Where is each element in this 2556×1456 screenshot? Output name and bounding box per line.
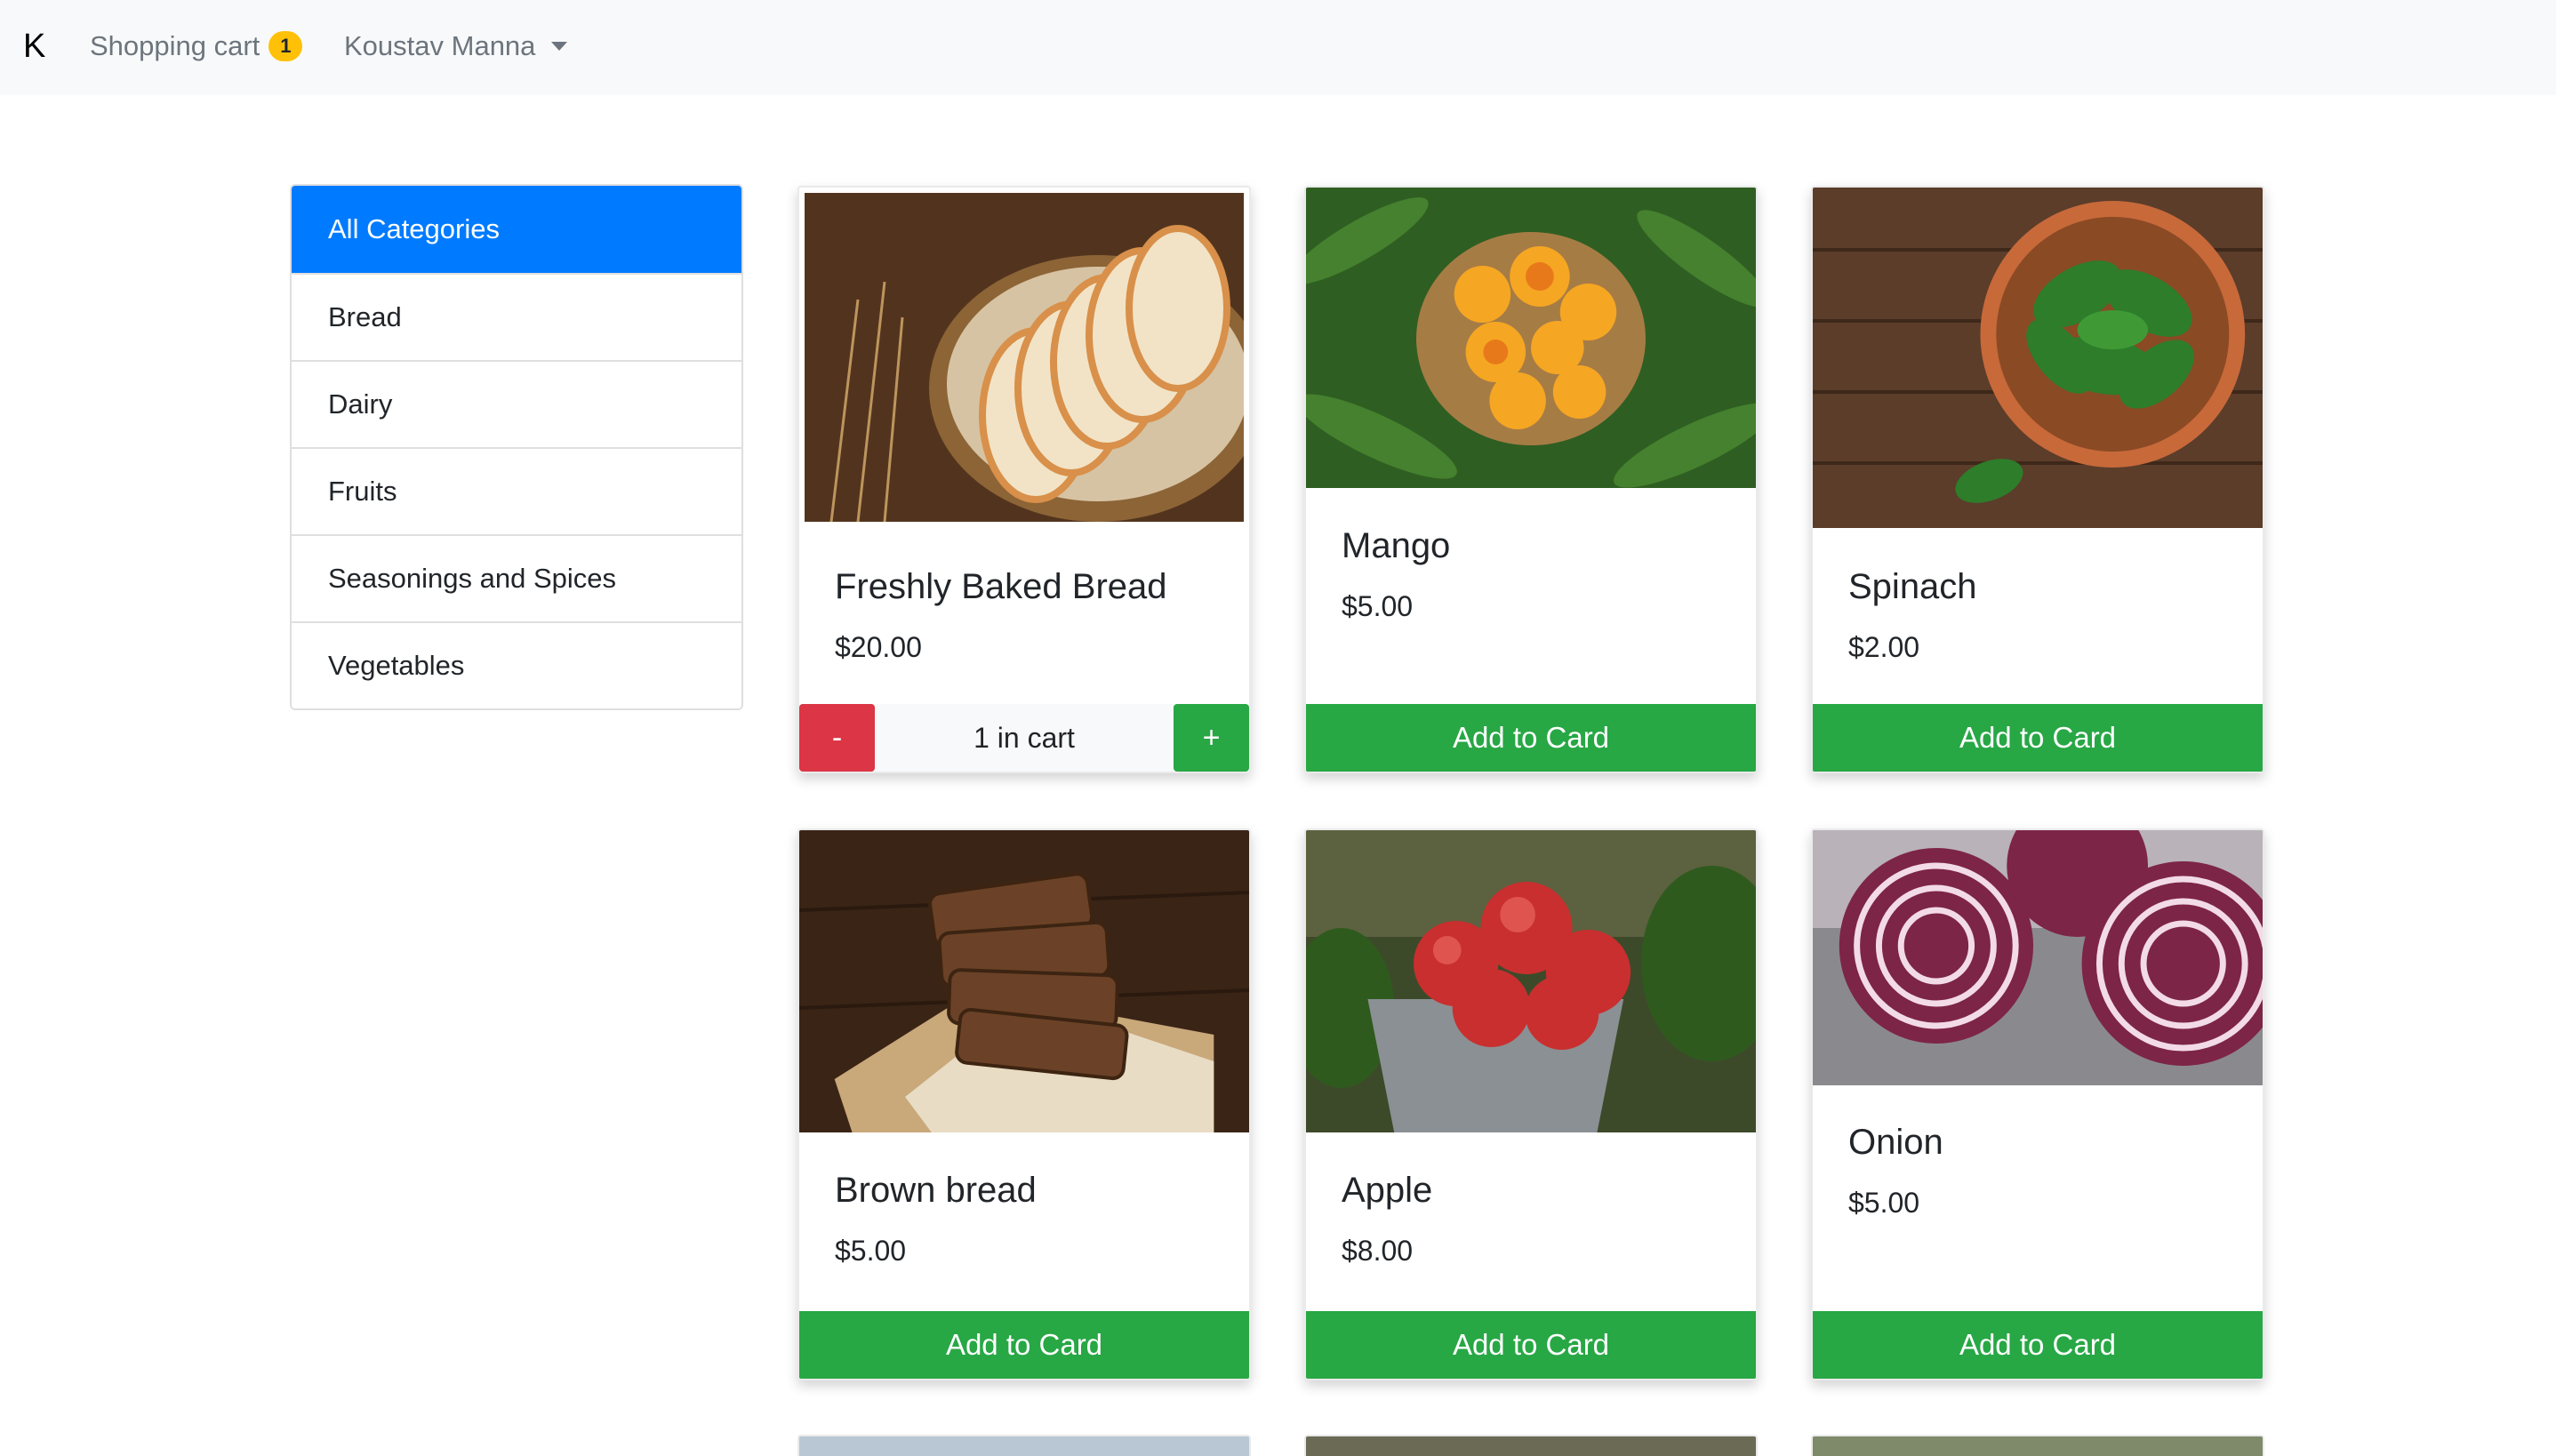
product-card-partial: [1811, 1435, 2264, 1456]
brown-bread-photo: [799, 830, 1249, 1132]
product-card: Spinach $2.00 Add to Card: [1811, 186, 2264, 773]
shopping-cart-link[interactable]: Shopping cart 1: [90, 30, 303, 62]
product-card-partial: [797, 1435, 1251, 1456]
cart-quantity-text: 1 in cart: [875, 704, 1174, 772]
product-card: Apple $8.00 Add to Card: [1304, 828, 1758, 1380]
product-name: Apple: [1342, 1171, 1433, 1210]
product-name: Spinach: [1848, 567, 1977, 606]
add-to-cart-button[interactable]: Add to Card: [1813, 1311, 2263, 1379]
category-item-seasonings[interactable]: Seasonings and Spices: [292, 534, 741, 621]
product-name: Onion: [1848, 1123, 1943, 1162]
product-price: $5.00: [1848, 1187, 1920, 1219]
product-card: Onion $5.00 Add to Card: [1811, 828, 2264, 1380]
cart-quantity-control: - 1 in cart +: [799, 704, 1249, 772]
add-to-cart-button[interactable]: Add to Card: [799, 1311, 1249, 1379]
product-card: Freshly Baked Bread $20.00 - 1 in cart +: [797, 186, 1251, 773]
category-item-fruits[interactable]: Fruits: [292, 447, 741, 534]
product-price: $5.00: [1342, 590, 1414, 622]
product-card: Brown bread $5.00 Add to Card: [797, 828, 1251, 1380]
decrease-quantity-button[interactable]: -: [799, 704, 875, 772]
apple-bucket-photo: [1306, 830, 1756, 1132]
mango-basket-photo: [1306, 188, 1756, 488]
product-price: $5.00: [835, 1235, 907, 1267]
category-item-dairy[interactable]: Dairy: [292, 360, 741, 447]
user-menu-dropdown[interactable]: Koustav Manna: [344, 30, 568, 62]
product-price: $8.00: [1342, 1235, 1414, 1267]
category-list: All Categories Bread Dairy Fruits Season…: [290, 184, 743, 710]
product-price: $20.00: [835, 631, 922, 663]
product-card: Mango $5.00 Add to Card: [1304, 186, 1758, 773]
red-onion-photo: [1813, 830, 2263, 1085]
product-card-partial: [1304, 1435, 1758, 1456]
product-name: Brown bread: [835, 1171, 1037, 1210]
product-name: Freshly Baked Bread: [835, 567, 1167, 606]
category-item-bread[interactable]: Bread: [292, 273, 741, 360]
add-to-cart-button[interactable]: Add to Card: [1813, 704, 2263, 772]
brand-logo[interactable]: K: [23, 27, 45, 66]
chevron-down-icon: [551, 42, 568, 51]
product-price: $2.00: [1848, 631, 1920, 663]
product-name: Mango: [1342, 526, 1451, 565]
category-item-vegetables[interactable]: Vegetables: [292, 621, 741, 708]
spinach-bowl-photo: [1813, 188, 2263, 528]
cart-count-badge: 1: [268, 31, 303, 61]
add-to-cart-button[interactable]: Add to Card: [1306, 1311, 1756, 1379]
add-to-cart-button[interactable]: Add to Card: [1306, 704, 1756, 772]
shopping-cart-label: Shopping cart: [90, 30, 260, 61]
user-name: Koustav Manna: [344, 30, 536, 61]
navbar: K Shopping cart 1 Koustav Manna: [0, 0, 2556, 95]
category-item-all[interactable]: All Categories: [292, 186, 741, 273]
increase-quantity-button[interactable]: +: [1174, 704, 1249, 772]
bread-basket-photo: [805, 193, 1244, 522]
